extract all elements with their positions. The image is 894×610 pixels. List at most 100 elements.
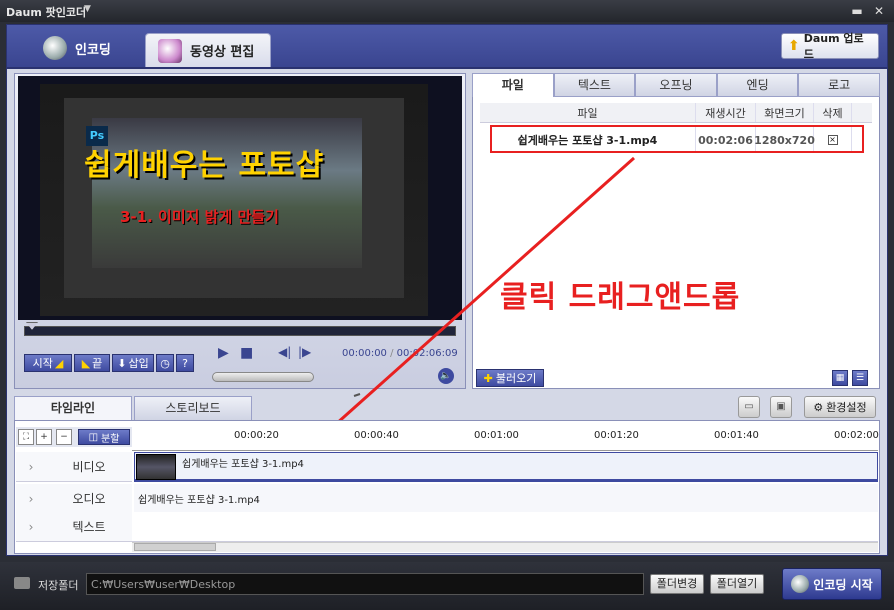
video-clip-label: 쉽게배우는 포토샵 3-1.mp4 [182,459,304,470]
ruler-tick: 00:01:40 [714,430,759,441]
folder-icon [14,577,30,589]
file-table-header: 파일 재생시간 화면크기 삭제 [480,103,872,123]
zoom-in-icon[interactable]: + [36,429,52,445]
seek-bar[interactable] [24,326,456,336]
upload-arrow-icon: ⬆ [788,38,800,54]
app-title: Daum 팟인코더 [6,6,87,19]
chevron-right-icon[interactable]: › [16,460,46,474]
settings-label: 환경설정 [826,401,867,414]
film-reel-icon [43,36,67,60]
stop-icon[interactable]: ■ [240,345,253,361]
start-encoding-label: 인코딩 시작 [813,577,873,592]
main-nav: 인코딩 동영상 편집 ⬆ Daum 업로드 [6,24,888,68]
change-folder-button[interactable]: 폴더변경 [650,574,704,594]
save-folder-path-input[interactable] [86,573,644,595]
track-label-video[interactable]: › 비디오 [16,452,132,482]
ruler-tick: 00:01:20 [594,430,639,441]
tab-video-edit-label: 동영상 편집 [190,45,255,60]
header-delete[interactable]: 삭제 [814,103,852,122]
clock-icon: ◷ [160,356,170,370]
video-clip-thumbnail [136,454,176,480]
speaker-icon[interactable]: 🔈 [438,368,454,384]
save-folder-label: 저장폴더 [38,579,79,592]
settings-button[interactable]: ⚙ 환경설정 [804,396,876,418]
open-folder-button[interactable]: 폴더열기 [710,574,764,594]
tab-logo[interactable]: 로고 [798,73,880,97]
track-label-text[interactable]: › 텍스트 [16,512,132,542]
clock-button[interactable]: ◷ [156,354,174,372]
mark-end-button[interactable]: ◣ 끝 [74,354,110,372]
tab-text[interactable]: 텍스트 [553,73,636,97]
tab-timeline[interactable]: 타임라인 [14,396,132,420]
track-video-name: 비디오 [72,460,106,474]
split-label: 분할 [101,433,120,445]
mark-start-label: 시작 [32,357,53,370]
drag-drop-annotation: 클릭 드래그앤드롭 [500,280,741,315]
ruler-tick: 00:01:00 [474,430,519,441]
mark-start-button[interactable]: 시작 ◢ [24,354,72,372]
ruler-tick: 00:02:00 [834,430,879,441]
time-separator: / [390,348,394,359]
folder-icon[interactable]: ▭ [738,396,760,418]
daum-upload-button[interactable]: ⬆ Daum 업로드 [781,32,879,61]
close-icon[interactable]: ✕ [872,4,886,18]
tab-ending[interactable]: 엔딩 [716,73,799,97]
tab-video-edit[interactable]: 동영상 편집 [145,33,271,67]
timecode: 00:00:00 / 00:02:06:09 [342,348,458,359]
insert-label: 삽입 [128,357,149,370]
split-icon: ◫ [88,431,99,443]
help-button[interactable]: ? [176,354,194,372]
app-menu-chevron-icon[interactable]: ▼ [84,4,91,14]
play-icon[interactable]: ▶ [218,345,229,361]
start-marker-icon: ◢ [54,356,64,370]
end-marker-icon: ◣ [81,356,91,370]
save-icon[interactable]: ▣ [770,396,792,418]
film-reel-icon [791,575,810,593]
video-overlay-title: 쉽게배우는 포토샵 [84,148,325,183]
track-text[interactable] [132,512,878,542]
ruler-tick: 00:00:20 [234,430,279,441]
header-spacer [852,103,872,122]
mark-end-label: 끝 [92,357,103,370]
volume-slider[interactable] [212,372,314,382]
previous-frame-icon[interactable]: ◀| [278,345,291,359]
header-size[interactable]: 화면크기 [756,103,814,122]
time-total: 00:02:06:09 [396,348,458,359]
title-bar: Daum 팟인코더 ▼ ▬ ✕ [0,0,894,22]
gear-icon: ⚙ [813,400,824,414]
track-text-name: 텍스트 [72,520,106,534]
video-overlay-subtitle: 3-1. 이미지 밝게 만들기 [120,208,279,226]
start-encoding-button[interactable]: 인코딩 시작 [782,568,882,600]
track-audio-name: 오디오 [72,492,106,506]
load-file-label: 불러오기 [495,372,537,385]
time-current: 00:00:00 [342,348,387,359]
file-highlight-box [490,125,864,153]
audio-clip-label: 쉽게배우는 포토샵 3-1.mp4 [138,495,260,506]
timeline-scrollbar[interactable] [132,542,878,552]
track-label-audio[interactable]: › 오디오 [16,484,132,514]
fit-icon[interactable]: ⛶ [18,429,34,445]
load-file-button[interactable]: ✚ 불러오기 [476,369,544,387]
zoom-out-icon[interactable]: − [56,429,72,445]
header-file[interactable]: 파일 [480,103,696,122]
list-view-icon[interactable]: ☰ [852,370,868,386]
tab-encode[interactable]: 인코딩 [31,29,129,67]
insert-button[interactable]: ⬇ 삽입 [112,354,154,372]
insert-arrow-icon: ⬇ [117,356,127,370]
timeline-scroll-thumb[interactable] [134,543,216,551]
next-frame-icon[interactable]: |▶ [298,345,311,359]
header-duration[interactable]: 재생시간 [696,103,756,122]
tab-storyboard[interactable]: 스토리보드 [134,396,252,420]
edit-scissors-icon [158,38,182,63]
tab-opening[interactable]: 오프닝 [635,73,717,97]
minimize-icon[interactable]: ▬ [850,4,864,18]
daum-upload-label: Daum 업로드 [803,32,864,61]
tab-encode-label: 인코딩 [75,42,111,58]
ruler-tick: 00:00:40 [354,430,399,441]
chevron-right-icon[interactable]: › [16,520,46,534]
tab-file[interactable]: 파일 [472,73,554,97]
grid-view-icon[interactable]: ▦ [832,370,848,386]
help-label: ? [182,356,188,370]
split-button[interactable]: ◫ 분할 [78,429,130,445]
chevron-right-icon[interactable]: › [16,492,46,506]
